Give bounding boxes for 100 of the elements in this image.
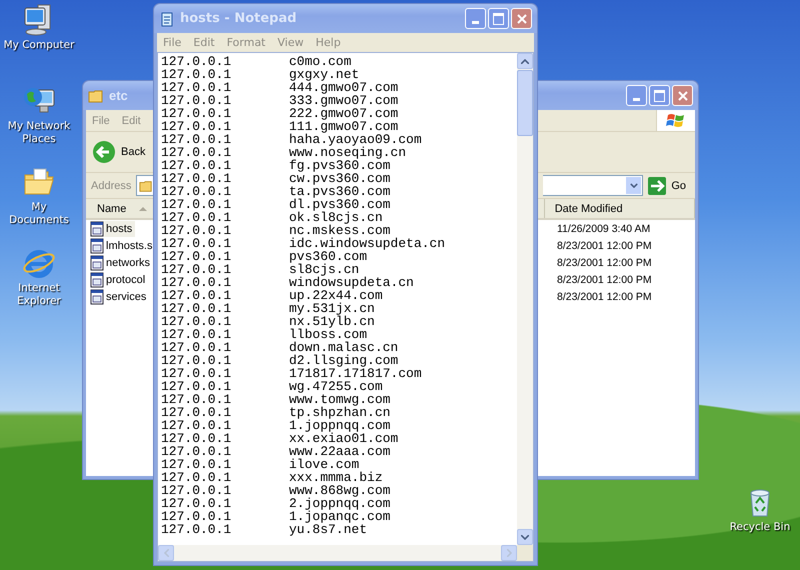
document-icon — [90, 238, 104, 254]
go-button[interactable]: Go — [646, 176, 692, 194]
ip-address-text: 127.0.0.1 — [161, 133, 232, 146]
host-name-text: yu.8s7.net — [289, 523, 368, 536]
host-name-text: d2.llsging.com — [289, 354, 398, 367]
desktop-icon-label[interactable]: Recycle Bin — [730, 521, 790, 534]
minimize-button[interactable] — [626, 85, 647, 106]
column-header[interactable]: Name — [86, 199, 152, 218]
host-name-text: 222.gmwo07.com — [289, 107, 398, 120]
ip-address-text: 127.0.0.1 — [161, 393, 232, 406]
date-cell-text: 8/23/2001 12:00 PM — [556, 256, 653, 268]
host-name-text: gxgxy.net — [289, 68, 360, 81]
date-cell-text: 8/23/2001 12:00 PM — [556, 274, 653, 286]
menu-item[interactable]: Help — [310, 34, 347, 52]
menu-item[interactable]: Edit — [187, 34, 221, 52]
host-name-text: wg.47255.com — [289, 380, 383, 393]
maximize-button[interactable] — [488, 8, 509, 29]
host-name-text: sl8cjs.cn — [289, 263, 360, 276]
close-icon — [516, 14, 526, 24]
caret-right-icon — [506, 549, 512, 557]
scroll-down-button[interactable] — [517, 529, 533, 545]
host-name-text: ta.pvs360.com — [289, 185, 390, 198]
date-cell-text: 8/23/2001 12:00 PM — [556, 290, 653, 302]
host-name-text: 333.gmwo07.com — [289, 94, 398, 107]
menu-item[interactable]: File — [86, 112, 116, 130]
file-list-entry[interactable]: hosts — [90, 220, 136, 236]
host-name-text: 1.jopanqc.com — [289, 510, 390, 523]
host-name-text: www.noseqing.cn — [289, 146, 406, 159]
menu-item[interactable]: Edit — [116, 112, 147, 130]
ip-address-text: 127.0.0.1 — [161, 406, 232, 419]
host-name-text: my.531jx.cn — [289, 302, 375, 315]
ip-address-text: 127.0.0.1 — [161, 471, 232, 484]
ip-address-text: 127.0.0.1 — [161, 380, 232, 393]
ip-address-text: 127.0.0.1 — [161, 198, 232, 211]
desktop-icon-label[interactable]: My Computer — [4, 39, 74, 52]
ip-address-text: 127.0.0.1 — [161, 432, 232, 445]
maximize-button[interactable] — [649, 85, 670, 106]
file-list-entry[interactable]: services — [90, 288, 150, 304]
folder-icon — [88, 88, 104, 104]
ip-address-text: 127.0.0.1 — [161, 315, 232, 328]
column-header[interactable]: Date Modified — [544, 199, 695, 218]
ip-address-text: 127.0.0.1 — [161, 211, 232, 224]
host-name-text: www.22aaa.com — [289, 445, 390, 458]
menu-item[interactable]: View — [272, 34, 310, 52]
ip-address-text: 127.0.0.1 — [161, 120, 232, 133]
host-name-text: up.22x44.com — [289, 289, 383, 302]
file-list-entry[interactable]: lmhosts.s — [90, 238, 156, 254]
address-label: Address — [90, 180, 132, 192]
ip-address-text: 127.0.0.1 — [161, 159, 232, 172]
document-icon — [90, 272, 104, 288]
window-title: etc — [109, 88, 128, 103]
ip-address-text: 127.0.0.1 — [161, 497, 232, 510]
caret-up-icon — [521, 58, 529, 64]
ip-address-text: 127.0.0.1 — [161, 484, 232, 497]
document-icon — [90, 254, 104, 270]
desktop-icon-label[interactable]: My Documents — [0, 201, 78, 227]
ip-address-text: 127.0.0.1 — [161, 354, 232, 367]
host-name-text: 111.gmwo07.com — [289, 120, 398, 133]
host-name-text: cw.pvs360.com — [289, 172, 390, 185]
host-name-text: www.tomwg.com — [289, 393, 390, 406]
ip-address-text: 127.0.0.1 — [161, 302, 232, 315]
menu-item[interactable]: File — [157, 34, 188, 52]
scroll-thumb[interactable] — [517, 70, 533, 136]
ip-address-text: 127.0.0.1 — [161, 328, 232, 341]
close-button[interactable] — [511, 8, 532, 29]
back-button[interactable]: Back — [86, 140, 152, 164]
close-icon — [678, 90, 688, 100]
host-name-text: windowsupdeta.cn — [289, 276, 414, 289]
file-list-entry[interactable]: networks — [90, 254, 154, 270]
vertical-scrollbar[interactable] — [517, 53, 533, 545]
menu-item[interactable]: Format — [220, 34, 272, 52]
address-field[interactable] — [136, 175, 154, 196]
host-name-text: 171817.171817.com — [289, 367, 422, 380]
host-name-text: c0mo.com — [289, 55, 352, 68]
minimize-button[interactable] — [465, 8, 486, 29]
host-name-text: nc.mskess.com — [289, 224, 390, 237]
address-dropdown[interactable] — [543, 175, 644, 196]
host-name-text: dl.pvs360.com — [289, 198, 390, 211]
host-name-text: ok.sl8cjs.cn — [289, 211, 383, 224]
host-name-text: pvs360.com — [289, 250, 368, 263]
host-name-text: fg.pvs360.com — [289, 159, 390, 172]
host-name-text: 1.joppnqq.com — [289, 419, 390, 432]
desktop-icon-label[interactable]: My Network Places — [0, 120, 78, 146]
host-name-text: 2.joppnqq.com — [289, 497, 390, 510]
host-name-text: xxx.mmma.biz — [289, 471, 383, 484]
arrow-right-icon — [648, 176, 666, 194]
file-list-entry[interactable]: protocol — [90, 272, 148, 288]
close-button[interactable] — [672, 85, 693, 106]
ip-address-text: 127.0.0.1 — [161, 276, 232, 289]
host-name-text: tp.shpzhan.cn — [289, 406, 390, 419]
ip-address-text: 127.0.0.1 — [161, 289, 232, 302]
ip-address-text: 127.0.0.1 — [161, 263, 232, 276]
ip-address-text: 127.0.0.1 — [161, 81, 232, 94]
ip-address-text: 127.0.0.1 — [161, 458, 232, 471]
desktop-icon-label[interactable]: Internet Explorer — [0, 282, 78, 308]
host-name-text: www.868wg.com — [289, 484, 390, 497]
ip-address-text: 127.0.0.1 — [161, 172, 232, 185]
ip-address-text: 127.0.0.1 — [161, 107, 232, 120]
scroll-up-button[interactable] — [517, 53, 533, 69]
host-name-text: 444.gmwo07.com — [289, 81, 398, 94]
